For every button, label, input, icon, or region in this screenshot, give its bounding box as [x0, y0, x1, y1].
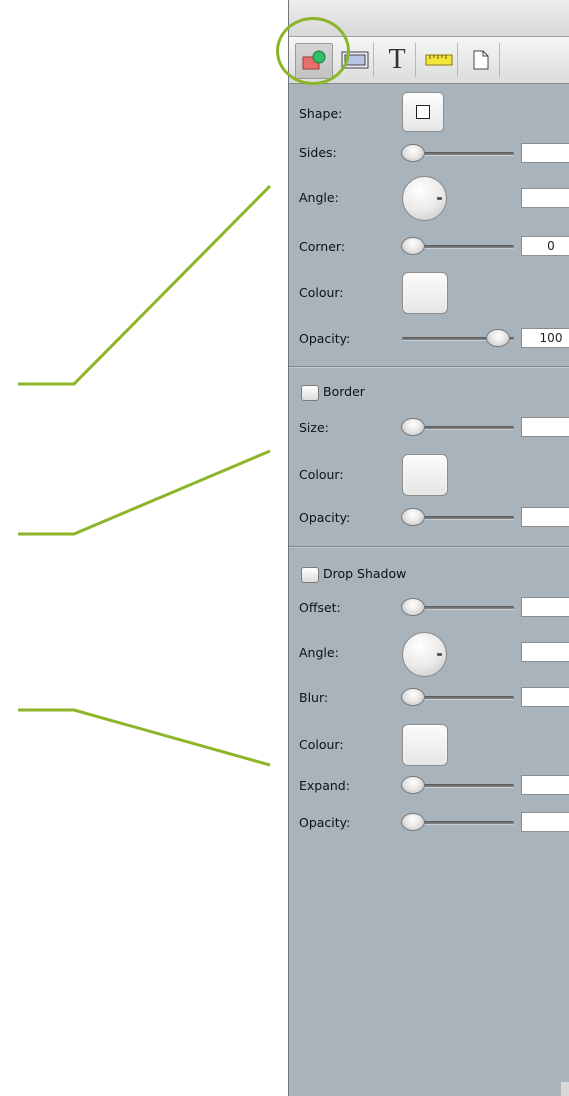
- border-size-field[interactable]: [521, 417, 569, 437]
- sides-slider-knob[interactable]: [401, 144, 425, 162]
- angle-field[interactable]: [521, 188, 569, 208]
- corner-label: Corner:: [299, 239, 346, 254]
- opacity-slider-knob[interactable]: [486, 329, 510, 347]
- border-opacity-slider-knob[interactable]: [401, 508, 425, 526]
- callout-highlight-ring: [276, 17, 350, 85]
- document-tab[interactable]: [463, 43, 500, 77]
- shadow-colour-well[interactable]: [402, 724, 448, 766]
- opacity-field[interactable]: 100: [521, 328, 569, 348]
- shadow-offset-label: Offset:: [299, 600, 341, 615]
- angle-dial[interactable]: [402, 176, 447, 221]
- sides-field[interactable]: [521, 143, 569, 163]
- border-opacity-field[interactable]: [521, 507, 569, 527]
- square-shape-icon: [416, 105, 430, 119]
- border-size-slider-knob[interactable]: [401, 418, 425, 436]
- drop-shadow-checkbox[interactable]: [301, 567, 319, 583]
- border-opacity-label: Opacity:: [299, 510, 351, 525]
- shadow-expand-field[interactable]: [521, 775, 569, 795]
- border-header: Border: [323, 384, 365, 399]
- shadow-angle-dial[interactable]: [402, 632, 447, 677]
- document-icon: [473, 50, 489, 70]
- corner-field[interactable]: 0: [521, 236, 569, 256]
- ruler-tab[interactable]: [421, 43, 458, 77]
- fill-colour-well[interactable]: [402, 272, 448, 314]
- resize-corner[interactable]: [561, 1082, 569, 1096]
- text-icon: T: [388, 44, 406, 75]
- section-divider: [289, 546, 569, 547]
- shadow-blur-label: Blur:: [299, 690, 329, 705]
- callout-line-shape: [18, 184, 272, 386]
- shadow-colour-label: Colour:: [299, 737, 344, 752]
- border-size-label: Size:: [299, 420, 329, 435]
- shadow-blur-slider-knob[interactable]: [401, 688, 425, 706]
- shadow-opacity-label: Opacity:: [299, 815, 351, 830]
- text-tab[interactable]: T: [379, 43, 416, 77]
- border-colour-label: Colour:: [299, 467, 344, 482]
- shadow-expand-label: Expand:: [299, 778, 350, 793]
- border-checkbox[interactable]: [301, 385, 319, 401]
- ruler-icon: [425, 54, 453, 66]
- colour-label: Colour:: [299, 285, 344, 300]
- shadow-offset-slider-knob[interactable]: [401, 598, 425, 616]
- opacity-label: Opacity:: [299, 331, 351, 346]
- shadow-blur-field[interactable]: [521, 687, 569, 707]
- shape-picker-button[interactable]: [402, 92, 444, 132]
- shadow-angle-dial-indicator: [437, 653, 442, 656]
- corner-slider-knob[interactable]: [401, 237, 425, 255]
- angle-label: Angle:: [299, 190, 339, 205]
- shadow-angle-label: Angle:: [299, 645, 339, 660]
- shadow-expand-slider-knob[interactable]: [401, 776, 425, 794]
- callout-line-shadow: [18, 708, 271, 767]
- shadow-angle-field[interactable]: [521, 642, 569, 662]
- section-divider: [289, 366, 569, 367]
- shadow-offset-field[interactable]: [521, 597, 569, 617]
- shadow-opacity-slider-knob[interactable]: [401, 813, 425, 831]
- inspector-panel: T Shape: Sides: Angle: Corner: 0 Colour:…: [288, 0, 569, 1096]
- border-colour-well[interactable]: [402, 454, 448, 496]
- shape-label: Shape:: [299, 106, 343, 121]
- callout-line-border: [18, 449, 271, 536]
- drop-shadow-header: Drop Shadow: [323, 566, 407, 581]
- angle-dial-indicator: [437, 197, 442, 200]
- sides-label: Sides:: [299, 145, 337, 160]
- shadow-opacity-field[interactable]: [521, 812, 569, 832]
